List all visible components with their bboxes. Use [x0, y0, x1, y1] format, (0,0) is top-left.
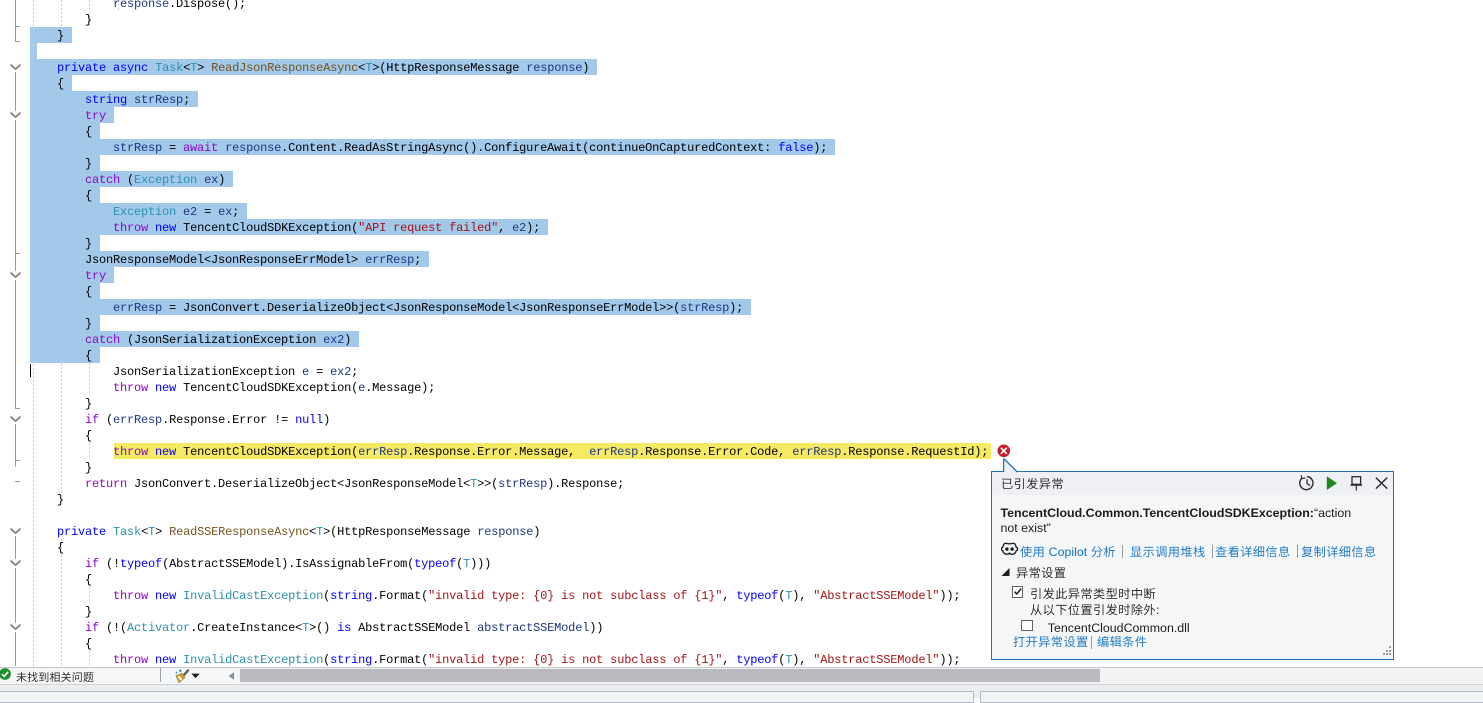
svg-text:Copilot: Copilot [1049, 545, 1088, 559]
svg-text::: : [1156, 603, 1159, 617]
